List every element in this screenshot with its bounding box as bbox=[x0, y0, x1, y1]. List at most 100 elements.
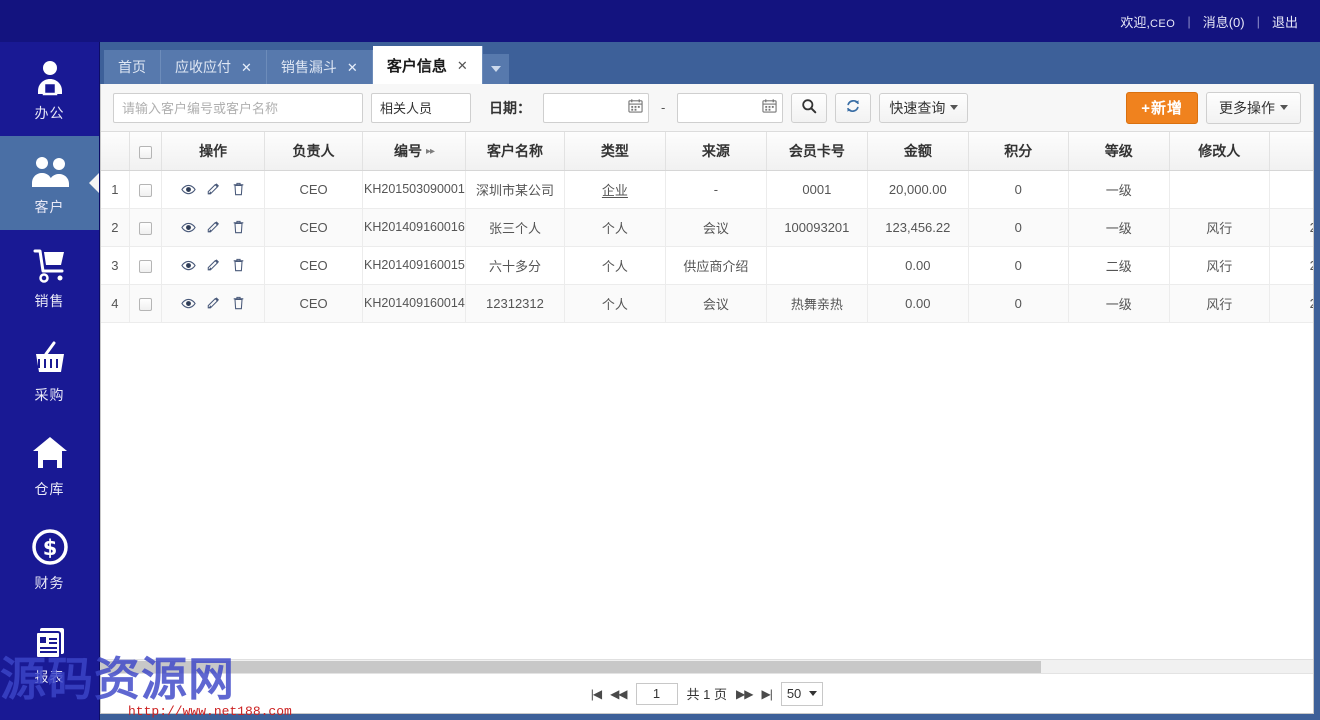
close-icon-tab-receivable-payable[interactable]: ✕ bbox=[241, 61, 252, 74]
row-select-cell[interactable] bbox=[129, 246, 163, 285]
cell-modifier: 风行 bbox=[1169, 208, 1270, 247]
search-input[interactable]: 请输入客户编号或客户名称 bbox=[113, 92, 363, 123]
col-header-select-all[interactable] bbox=[129, 132, 163, 171]
calendar-icon-to[interactable] bbox=[762, 98, 777, 118]
next-page-icon[interactable]: ▶▶ bbox=[736, 687, 753, 701]
sidebar-item-customer[interactable]: 客户 bbox=[0, 136, 99, 230]
row-checkbox[interactable] bbox=[138, 183, 152, 197]
sidebar-item-office[interactable]: 办公 bbox=[0, 42, 99, 136]
cell-amount: 0.00 bbox=[867, 246, 969, 285]
table-row[interactable]: 1 CEO KH201503090001 深圳市某公司 企业 -0001 20,000.00… bbox=[101, 170, 1313, 209]
col-header-type[interactable]: 类型 bbox=[564, 132, 666, 171]
row-select-cell[interactable] bbox=[129, 284, 163, 323]
col-header-cardno[interactable]: 会员卡号 bbox=[766, 132, 868, 171]
horizontal-scrollbar-thumb[interactable] bbox=[101, 661, 1041, 673]
row-operations-cell[interactable] bbox=[161, 208, 266, 247]
view-eye-icon[interactable] bbox=[180, 258, 196, 273]
tab-receivable-payable[interactable]: 应收应付 ✕ bbox=[161, 50, 267, 84]
tab-customer-info[interactable]: 客户信息 ✕ bbox=[372, 46, 483, 84]
date-from-input[interactable] bbox=[543, 92, 649, 123]
col-header-level[interactable]: 等级 bbox=[1068, 132, 1170, 171]
delete-trash-icon[interactable] bbox=[231, 220, 246, 235]
row-operations-cell[interactable] bbox=[161, 170, 266, 209]
edit-pencil-icon[interactable] bbox=[206, 220, 221, 235]
cell-points: 0 bbox=[968, 246, 1069, 285]
row-operations-cell[interactable] bbox=[161, 246, 266, 285]
sort-icon-code[interactable]: ▸▸ bbox=[426, 146, 435, 157]
page-size-select[interactable]: 50 bbox=[780, 681, 824, 706]
close-icon-tab-customer-info[interactable]: ✕ bbox=[457, 59, 468, 72]
col-header-name[interactable]: 客户名称 bbox=[465, 132, 565, 171]
close-icon-tab-sales-funnel[interactable]: ✕ bbox=[347, 61, 358, 74]
table-row[interactable]: 4 CEO KH201409160014 12312312 个人 会议 热舞亲热 0.00 0 一… bbox=[101, 284, 1313, 323]
row-select-cell[interactable] bbox=[129, 170, 163, 209]
messages-link[interactable]: 消息(0) bbox=[1203, 12, 1245, 31]
more-actions-button[interactable]: 更多操作 bbox=[1206, 91, 1301, 124]
table-row[interactable]: 2 CEO KH201409160016 张三个人 个人 会议 100093201 123,4… bbox=[101, 208, 1313, 247]
cell-modtime bbox=[1269, 170, 1313, 209]
search-button[interactable] bbox=[791, 92, 828, 123]
add-new-button[interactable]: +新增 bbox=[1126, 91, 1198, 124]
table-row[interactable]: 3 CEOKH201409160015六十多分个人供应商介绍 0.000二级风行20… bbox=[101, 246, 1313, 285]
row-checkbox[interactable] bbox=[138, 259, 152, 273]
cell-amount: 123,456.22 bbox=[867, 208, 969, 247]
cell-level: 一级 bbox=[1068, 284, 1170, 323]
edit-pencil-icon[interactable] bbox=[206, 296, 221, 311]
view-eye-icon[interactable] bbox=[180, 296, 196, 311]
logout-link[interactable]: 退出 bbox=[1272, 12, 1298, 31]
cell-source: - bbox=[665, 170, 767, 209]
cell-type-link[interactable]: 企业 bbox=[602, 183, 628, 198]
col-header-owner[interactable]: 负责人 bbox=[264, 132, 363, 171]
row-operations-cell[interactable] bbox=[161, 284, 266, 323]
delete-trash-icon[interactable] bbox=[231, 258, 246, 273]
last-page-icon[interactable]: ▶| bbox=[761, 687, 772, 701]
cell-owner: CEO bbox=[264, 170, 363, 209]
first-page-icon[interactable]: |◀ bbox=[591, 687, 602, 701]
cell-type[interactable]: 企业 bbox=[564, 170, 666, 209]
related-person-input[interactable]: 相关人员 bbox=[371, 92, 471, 123]
sidebar-item-purchase[interactable]: 采购 bbox=[0, 324, 99, 418]
col-header-code[interactable]: 编号 ▸▸ bbox=[362, 132, 466, 171]
quick-query-button[interactable]: 快速查询 bbox=[879, 92, 969, 123]
tab-overflow-button[interactable] bbox=[482, 54, 509, 84]
sales-cart-icon bbox=[28, 243, 72, 287]
sidebar-item-warehouse[interactable]: 仓库 bbox=[0, 418, 99, 512]
col-header-modifier[interactable]: 修改人 bbox=[1169, 132, 1270, 171]
quick-query-label: 快速查询 bbox=[889, 99, 946, 116]
page-number-input[interactable]: 1 bbox=[635, 682, 678, 705]
row-select-cell[interactable] bbox=[129, 208, 163, 247]
prev-page-icon[interactable]: ◀◀ bbox=[610, 687, 627, 701]
body-region: 办公 客户 销售 采购 仓库 $ 财务 报表 首页 应收应付 ✕ 销售漏斗 ✕ … bbox=[0, 42, 1320, 720]
sidebar-item-sales[interactable]: 销售 bbox=[0, 230, 99, 324]
view-eye-icon[interactable] bbox=[180, 220, 196, 235]
date-label: 日期： bbox=[489, 99, 531, 116]
edit-pencil-icon[interactable] bbox=[206, 258, 221, 273]
refresh-button[interactable] bbox=[835, 92, 872, 123]
col-header-points[interactable]: 积分 bbox=[968, 132, 1069, 171]
row-checkbox[interactable] bbox=[138, 297, 152, 311]
cell-owner: CEO bbox=[264, 208, 363, 247]
horizontal-scrollbar[interactable] bbox=[101, 659, 1313, 673]
row-index: 4 bbox=[101, 284, 130, 323]
select-all-checkbox[interactable] bbox=[138, 145, 152, 159]
cell-owner: CEO bbox=[264, 246, 363, 285]
edit-pencil-icon[interactable] bbox=[206, 182, 221, 197]
row-checkbox[interactable] bbox=[138, 221, 152, 235]
col-header-source[interactable]: 来源 bbox=[665, 132, 767, 171]
tab-sales-funnel[interactable]: 销售漏斗 ✕ bbox=[266, 50, 373, 84]
calendar-icon-from[interactable] bbox=[628, 98, 643, 118]
main-content-area: 首页 应收应付 ✕ 销售漏斗 ✕ 客户信息 ✕ 请输入客户编号或客户名称 相关人… bbox=[100, 42, 1320, 720]
cell-type: 个人 bbox=[564, 284, 666, 323]
col-header-modtime[interactable]: 修 bbox=[1269, 132, 1313, 171]
tab-receivable-payable-label: 应收应付 bbox=[175, 59, 231, 75]
tab-home[interactable]: 首页 bbox=[104, 50, 161, 84]
delete-trash-icon[interactable] bbox=[231, 296, 246, 311]
col-header-amount[interactable]: 金额 bbox=[867, 132, 969, 171]
col-header-operations[interactable]: 操作 bbox=[161, 132, 266, 171]
date-to-input[interactable] bbox=[677, 92, 784, 123]
view-eye-icon[interactable] bbox=[180, 182, 196, 197]
header-separator-1: | bbox=[1187, 13, 1191, 29]
sidebar-item-report[interactable]: 报表 bbox=[0, 606, 99, 700]
sidebar-item-finance[interactable]: $ 财务 bbox=[0, 512, 99, 606]
delete-trash-icon[interactable] bbox=[231, 182, 246, 197]
